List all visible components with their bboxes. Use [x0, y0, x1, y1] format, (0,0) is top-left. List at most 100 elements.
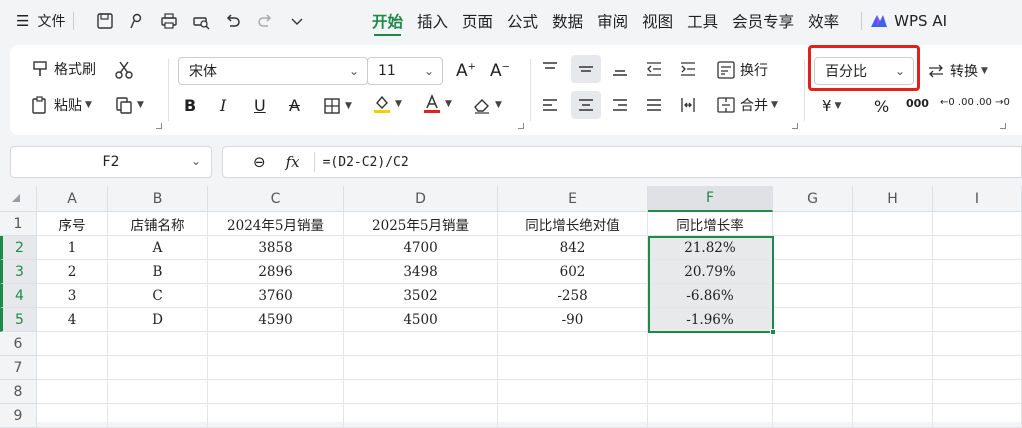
cell-a5[interactable]: 4	[37, 308, 108, 332]
cell-a8[interactable]	[37, 380, 108, 404]
cell-h3[interactable]	[853, 260, 933, 284]
row-header-9[interactable]: 9	[0, 404, 37, 428]
cell-b2[interactable]: A	[108, 236, 208, 260]
cell-c8[interactable]	[208, 380, 344, 404]
tab-data[interactable]: 数据	[552, 0, 583, 42]
undo-icon[interactable]	[222, 10, 244, 32]
border-button[interactable]: ▼	[322, 96, 352, 116]
tab-review[interactable]: 审阅	[597, 0, 628, 42]
italic-button[interactable]: I	[220, 96, 226, 115]
cell-f1[interactable]: 同比增长率	[648, 212, 773, 236]
share-icon[interactable]	[126, 10, 148, 32]
increase-decimal-button[interactable]: ←0 .00	[940, 97, 974, 108]
cell-g5[interactable]	[773, 308, 853, 332]
align-bottom-button[interactable]	[610, 59, 630, 79]
redo-icon[interactable]	[254, 10, 276, 32]
row-header-4[interactable]: 4	[0, 284, 37, 308]
chevron-down-icon[interactable]	[286, 10, 308, 32]
cell-h1[interactable]	[853, 212, 933, 236]
cell-i5[interactable]	[933, 308, 1022, 332]
cell-b7[interactable]	[108, 356, 208, 380]
column-header-e[interactable]: E	[498, 186, 648, 212]
cell-d2[interactable]: 4700	[344, 236, 498, 260]
row-header-8[interactable]: 8	[0, 380, 37, 404]
row-header-7[interactable]: 7	[0, 356, 37, 380]
tab-tools[interactable]: 工具	[687, 0, 718, 42]
row-header-5[interactable]: 5	[0, 308, 37, 332]
cell-g7[interactable]	[773, 356, 853, 380]
number-dialog-launcher[interactable]	[1000, 123, 1006, 129]
font-name-dropdown[interactable]: 宋体 ⌄	[178, 57, 368, 85]
cell-f4[interactable]: -6.86%	[648, 284, 773, 308]
underline-button[interactable]: U	[254, 96, 266, 115]
align-middle-button[interactable]	[571, 55, 601, 83]
cell-b3[interactable]: B	[108, 260, 208, 284]
column-header-b[interactable]: B	[108, 186, 208, 212]
tab-view[interactable]: 视图	[642, 0, 673, 42]
cell-e3[interactable]: 602	[498, 260, 648, 284]
cell-i9[interactable]	[933, 404, 1022, 428]
column-header-h[interactable]: H	[853, 186, 933, 212]
column-header-i[interactable]: I	[933, 186, 1022, 212]
cell-i8[interactable]	[933, 380, 1022, 404]
cell-b8[interactable]	[108, 380, 208, 404]
align-center-button[interactable]	[571, 91, 601, 119]
cell-d4[interactable]: 3502	[344, 284, 498, 308]
cell-a3[interactable]: 2	[37, 260, 108, 284]
cell-i6[interactable]	[933, 332, 1022, 356]
cell-h6[interactable]	[853, 332, 933, 356]
cell-d3[interactable]: 3498	[344, 260, 498, 284]
cell-d5[interactable]: 4500	[344, 308, 498, 332]
decrease-indent-button[interactable]	[644, 59, 664, 79]
clipboard-dialog-launcher[interactable]	[156, 123, 162, 129]
cell-a7[interactable]	[37, 356, 108, 380]
cell-c1[interactable]: 2024年5月销量	[208, 212, 344, 236]
fill-color-button[interactable]: ▼	[372, 94, 402, 114]
column-header-a[interactable]: A	[37, 186, 108, 212]
strikethrough-button[interactable]: A	[289, 96, 300, 115]
cell-c3[interactable]: 2896	[208, 260, 344, 284]
cell-f2[interactable]: 21.82%	[648, 236, 773, 260]
format-painter-button[interactable]: 格式刷	[30, 59, 96, 79]
wrap-text-button[interactable]: 换行	[716, 60, 768, 80]
decrease-decimal-button[interactable]: .00 →0	[976, 97, 1010, 108]
cell-a4[interactable]: 3	[37, 284, 108, 308]
cell-g9[interactable]	[773, 404, 853, 428]
cell-g4[interactable]	[773, 284, 853, 308]
cell-e4[interactable]: -258	[498, 284, 648, 308]
save-icon[interactable]	[94, 10, 116, 32]
copy-button[interactable]: ▼	[114, 95, 144, 115]
cell-c7[interactable]	[208, 356, 344, 380]
cell-i4[interactable]	[933, 284, 1022, 308]
cell-g3[interactable]	[773, 260, 853, 284]
convert-button[interactable]: 转换 ▼	[926, 61, 988, 81]
cell-c5[interactable]: 4590	[208, 308, 344, 332]
cell-d1[interactable]: 2025年5月销量	[344, 212, 498, 236]
cell-i1[interactable]	[933, 212, 1022, 236]
select-all-corner[interactable]	[0, 186, 37, 212]
cell-h2[interactable]	[853, 236, 933, 260]
cell-e1[interactable]: 同比增长绝对值	[498, 212, 648, 236]
cell-a1[interactable]: 序号	[37, 212, 108, 236]
cell-h4[interactable]	[853, 284, 933, 308]
cell-f5[interactable]: -1.96%	[648, 308, 773, 332]
cell-d7[interactable]	[344, 356, 498, 380]
column-header-f[interactable]: F	[648, 186, 773, 212]
row-header-3[interactable]: 3	[0, 260, 37, 284]
align-right-button[interactable]	[610, 95, 630, 115]
row-header-6[interactable]: 6	[0, 332, 37, 356]
font-color-button[interactable]: ▼	[422, 94, 452, 114]
align-top-button[interactable]	[540, 59, 560, 79]
cell-b6[interactable]	[108, 332, 208, 356]
percent-button[interactable]: %	[874, 97, 889, 116]
cell-e9[interactable]	[498, 404, 648, 428]
cell-d6[interactable]	[344, 332, 498, 356]
column-header-d[interactable]: D	[344, 186, 498, 212]
tab-insert[interactable]: 插入	[417, 0, 448, 42]
cell-i2[interactable]	[933, 236, 1022, 260]
cut-button[interactable]	[114, 60, 134, 80]
cell-d9[interactable]	[344, 404, 498, 428]
distribute-button[interactable]	[678, 95, 698, 115]
cell-a6[interactable]	[37, 332, 108, 356]
cell-b5[interactable]: D	[108, 308, 208, 332]
